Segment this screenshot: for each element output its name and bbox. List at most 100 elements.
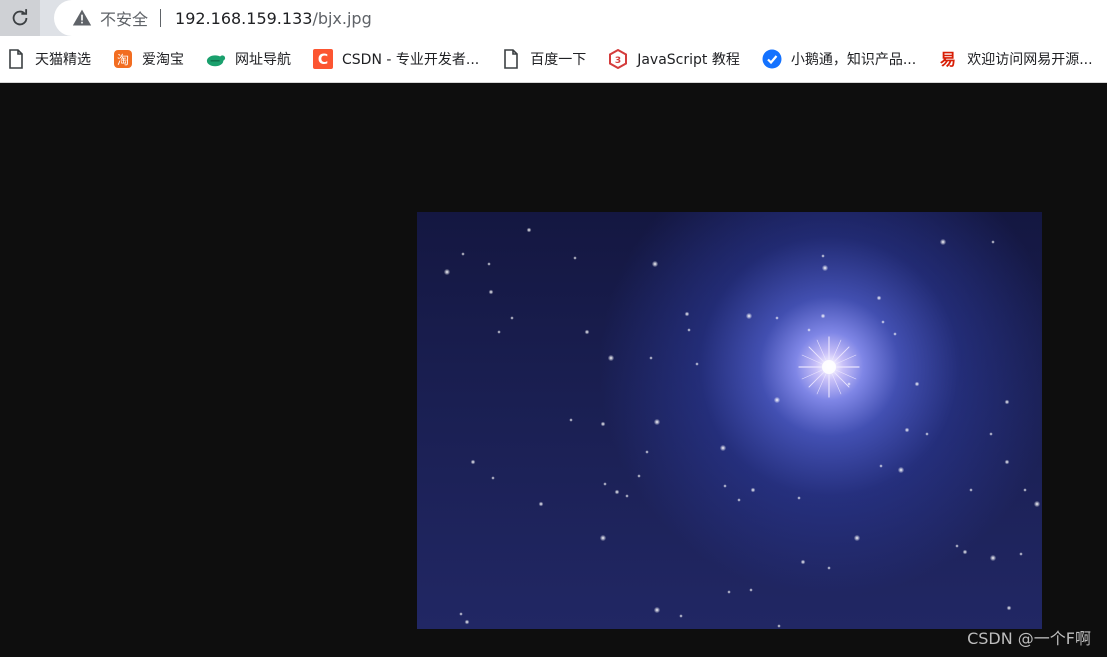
turtle-icon <box>206 49 226 69</box>
star-dot <box>679 614 683 618</box>
bookmark-javascript[interactable]: 3 JavaScript 教程 <box>604 44 744 74</box>
page-icon <box>501 49 521 69</box>
bookmark-netease[interactable]: 易 欢迎访问网易开源... <box>934 44 1096 74</box>
star-field <box>443 227 1041 628</box>
bookmark-label: JavaScript 教程 <box>637 52 740 68</box>
star-dot <box>695 362 699 366</box>
bookmark-tmall[interactable]: 天猫精选 <box>2 44 95 74</box>
star-dot <box>649 356 653 360</box>
star-dot <box>821 264 829 272</box>
star-dot <box>584 329 590 335</box>
star-dot <box>488 289 494 295</box>
star-dot <box>653 606 661 614</box>
star-dot <box>897 466 905 474</box>
netease-icon: 易 <box>938 49 958 69</box>
star-dot <box>991 240 995 244</box>
star-dot <box>573 256 577 260</box>
star-dot <box>939 238 947 246</box>
star-dot <box>881 320 885 324</box>
star-dot <box>1006 605 1012 611</box>
star-dot <box>821 254 825 258</box>
reload-icon <box>12 9 28 26</box>
star-dot <box>637 474 641 478</box>
security-label[interactable]: 不安全 <box>100 6 148 30</box>
star-dot <box>773 396 781 404</box>
browser-toolbar: 不安全 192.168.159.133/bjx.jpg <box>0 0 1107 36</box>
bookmark-label: 网址导航 <box>235 52 291 68</box>
page-icon <box>6 49 26 69</box>
bookmark-label: CSDN - 专业开发者... <box>342 52 480 68</box>
star-dot <box>464 619 470 625</box>
bookmarks-bar: 天猫精选 淘 爱淘宝 网址导航 C CSDN - 专业开发者... 百度一下 3… <box>0 36 1107 83</box>
star-dot <box>989 432 993 436</box>
star-dot <box>461 252 465 256</box>
bookmark-xiaoe[interactable]: 小鹅通，知识产品... <box>758 44 920 74</box>
star-dot <box>827 566 831 570</box>
star-dot <box>653 418 661 426</box>
star-dot <box>684 311 690 317</box>
star-dot <box>1023 488 1027 492</box>
runoob-icon: 3 <box>608 49 628 69</box>
svg-text:3: 3 <box>615 56 621 66</box>
bookmark-label: 小鹅通，知识产品... <box>790 52 917 68</box>
star-dot <box>737 498 741 502</box>
star-dot <box>510 316 514 320</box>
star-dot <box>487 262 491 266</box>
star-dot <box>807 328 811 332</box>
star-dot <box>893 332 897 336</box>
star-flare <box>798 336 860 398</box>
star-dot <box>599 534 607 542</box>
star-dot <box>1033 500 1041 508</box>
star-dot <box>777 624 781 628</box>
star-dot <box>969 488 973 492</box>
star-dot <box>876 295 882 301</box>
svg-text:C: C <box>318 52 328 68</box>
bookmark-aitaobao[interactable]: 淘 爱淘宝 <box>109 44 188 74</box>
star-dot <box>750 487 756 493</box>
star-dot <box>904 427 910 433</box>
star-dot <box>775 316 779 320</box>
svg-text:淘: 淘 <box>117 53 129 67</box>
xiaoe-icon <box>762 49 782 69</box>
star-dot <box>955 544 959 548</box>
star-dot <box>879 464 883 468</box>
reload-button[interactable] <box>0 0 40 36</box>
address-divider <box>160 9 162 27</box>
star-dot <box>1004 399 1010 405</box>
csdn-icon: C <box>313 49 333 69</box>
address-bar[interactable]: 不安全 192.168.159.133/bjx.jpg <box>54 0 1107 36</box>
warning-icon[interactable] <box>72 8 92 28</box>
star-dot <box>603 482 607 486</box>
star-dot <box>459 612 463 616</box>
star-dot <box>614 489 620 495</box>
bookmark-baidu[interactable]: 百度一下 <box>497 44 590 74</box>
star-dot <box>651 260 659 268</box>
star-dot <box>925 432 929 436</box>
star-dot <box>526 227 532 233</box>
star-dot <box>607 354 615 362</box>
taobao-icon: 淘 <box>113 49 133 69</box>
star-dot <box>853 534 861 542</box>
star-dot <box>800 559 806 565</box>
svg-text:易: 易 <box>940 50 956 69</box>
stars-layer <box>443 227 1041 628</box>
bookmark-label: 欢迎访问网易开源... <box>967 52 1093 68</box>
starry-sky-image <box>417 212 1042 629</box>
star-dot <box>600 421 606 427</box>
star-dot <box>749 588 753 592</box>
bookmark-label: 百度一下 <box>530 52 587 68</box>
url-text[interactable]: 192.168.159.133/bjx.jpg <box>175 9 372 28</box>
star-dot <box>569 418 573 422</box>
bookmark-csdn[interactable]: C CSDN - 专业开发者... <box>309 44 483 74</box>
star-dot <box>989 554 997 562</box>
star-dot <box>687 328 691 332</box>
star-dot <box>914 381 920 387</box>
star-dot <box>723 484 727 488</box>
star-dot <box>1004 459 1010 465</box>
star-dot <box>538 501 544 507</box>
bookmark-label: 爱淘宝 <box>142 52 184 68</box>
star-dot <box>443 268 451 276</box>
bookmark-navigation[interactable]: 网址导航 <box>202 44 295 74</box>
star-dot <box>645 450 649 454</box>
star-dot <box>625 494 629 498</box>
